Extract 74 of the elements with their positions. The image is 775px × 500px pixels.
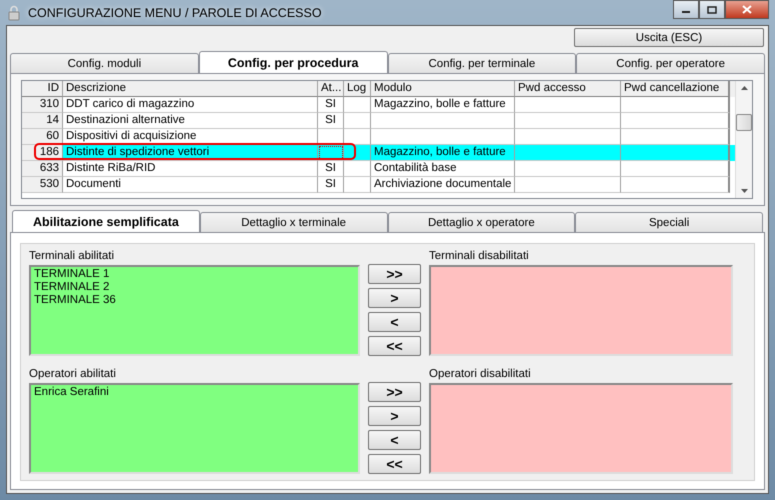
tab[interactable]: Config. moduli <box>10 53 199 73</box>
table-cell: Magazzino, bolle e fatture <box>371 97 515 113</box>
table-cell: SI <box>318 113 344 129</box>
list-item[interactable]: TERMINALE 36 <box>34 294 355 307</box>
table-cell: SI <box>318 161 344 177</box>
maximize-button[interactable] <box>699 0 725 19</box>
table-cell: DDT carico di magazzino <box>63 97 318 113</box>
column-header[interactable]: Pwd accesso <box>515 81 621 97</box>
table-row[interactable]: 186 Distinte di spedizione vettori Magazzino, bolle e fatture <box>22 145 735 161</box>
table-row[interactable]: 633 Distinte RiBa/RID SI Contabilità base <box>22 161 735 177</box>
move-button[interactable]: > <box>368 406 421 426</box>
table-cell: 60 <box>22 129 63 145</box>
column-header[interactable]: Descrizione <box>63 81 318 97</box>
table-cell: Magazzino, bolle e fatture <box>371 145 515 161</box>
column-header[interactable]: At... <box>318 81 344 97</box>
move-button[interactable]: >> <box>368 264 421 284</box>
table-cell: Archiviazione documentale <box>371 177 515 193</box>
list-item[interactable]: Enrica Serafini <box>34 386 355 399</box>
column-header[interactable]: ID <box>22 81 63 97</box>
table-cell <box>344 145 371 161</box>
minimize-button[interactable] <box>673 0 699 19</box>
maximize-icon <box>707 6 717 14</box>
close-icon <box>742 5 752 14</box>
list-label: Operatori abilitati <box>29 368 117 382</box>
move-button[interactable]: << <box>368 336 421 356</box>
scroll-up-arrow-icon[interactable] <box>740 86 748 90</box>
table-cell: Distinte RiBa/RID <box>63 161 318 177</box>
tab[interactable]: Config. per procedura <box>198 51 388 73</box>
list-item[interactable]: TERMINALE 1 <box>34 268 355 281</box>
table-cell: Distinte di spedizione vettori <box>63 145 318 161</box>
table-cell <box>344 161 371 177</box>
list-label: Terminali disabilitati <box>429 250 530 264</box>
table-cell <box>344 97 371 113</box>
move-button[interactable]: > <box>368 288 421 308</box>
column-header[interactable]: Pwd cancellazione <box>621 81 730 97</box>
scrollbar[interactable] <box>735 81 752 198</box>
tab[interactable]: Dettaglio x operatore <box>388 212 576 232</box>
table-cell <box>318 145 344 161</box>
table-cell: SI <box>318 177 344 193</box>
table-cell: Documenti <box>63 177 318 193</box>
table-row[interactable]: 310 DDT carico di magazzino SI Magazzino, bolle e fatture <box>22 97 735 113</box>
tab[interactable]: Config. per terminale <box>388 53 576 73</box>
move-button[interactable]: << <box>368 454 421 474</box>
table-cell: 633 <box>22 161 63 177</box>
tab[interactable]: Dettaglio x terminale <box>200 212 388 232</box>
table-row[interactable]: 530 Documenti SI Archiviazione documentale <box>22 177 735 193</box>
move-button[interactable]: < <box>368 430 421 450</box>
tab[interactable]: Config. per operatore <box>576 53 765 73</box>
list-label: Terminali abilitati <box>29 250 116 264</box>
table-cell <box>344 113 371 129</box>
lock-icon <box>8 4 20 20</box>
list-label: Operatori disabilitati <box>429 368 532 382</box>
move-button[interactable]: < <box>368 312 421 332</box>
tab[interactable]: Speciali <box>575 212 763 232</box>
tab[interactable]: Abilitazione semplificata <box>12 210 200 232</box>
table-cell: Destinazioni alternative <box>63 113 318 129</box>
scroll-thumb[interactable] <box>736 114 752 131</box>
list-item[interactable]: TERMINALE 2 <box>34 281 355 294</box>
move-button[interactable]: >> <box>368 382 421 402</box>
enabled-list[interactable]: Enrica Serafini <box>29 383 360 474</box>
window-title: CONFIGURAZIONE MENU / PAROLE DI ACCESSO <box>28 6 322 20</box>
table-cell: Contabilità base <box>371 161 515 177</box>
table-cell: 310 <box>22 97 63 113</box>
table-row[interactable]: 14 Destinazioni alternative SI <box>22 113 735 129</box>
column-header[interactable]: Log <box>344 81 371 97</box>
table-cell: SI <box>318 97 344 113</box>
exit-button[interactable]: Uscita (ESC) <box>574 28 764 47</box>
column-header[interactable]: Modulo <box>371 81 515 97</box>
table-cell: 530 <box>22 177 63 193</box>
table-cell: 14 <box>22 113 63 129</box>
table-cell <box>344 177 371 193</box>
enabled-list[interactable]: TERMINALE 1 TERMINALE 2 TERMINALE 36 <box>29 265 360 356</box>
close-button[interactable] <box>725 0 769 19</box>
scroll-down-arrow-icon[interactable] <box>740 189 748 193</box>
